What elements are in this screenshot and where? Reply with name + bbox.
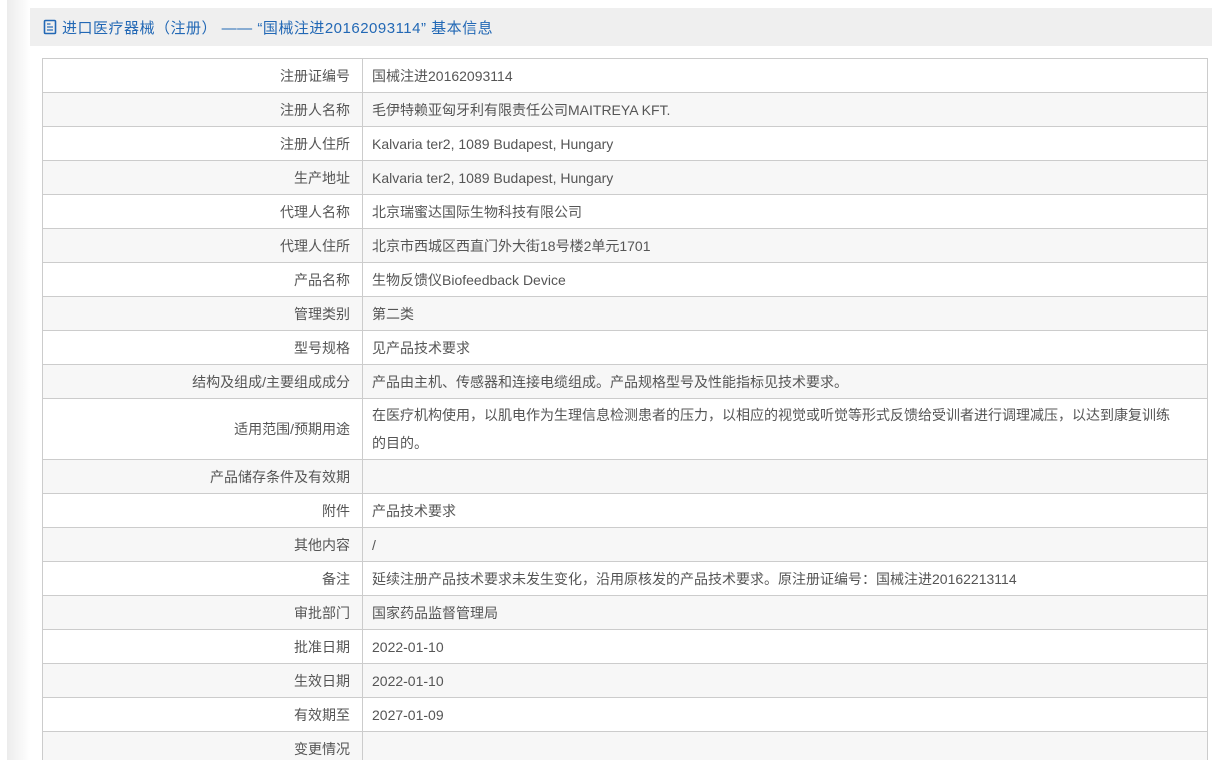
row-value: 2022-01-10	[372, 638, 444, 655]
row-value: 见产品技术要求	[372, 339, 470, 356]
row-value: 延续注册产品技术要求未发生变化，沿用原核发的产品技术要求。原注册证编号：国械注进…	[372, 570, 1017, 587]
row-value: 产品由主机、传感器和连接电缆组成。产品规格型号及性能指标见技术要求。	[372, 373, 848, 390]
row-label: 审批部门	[43, 596, 363, 629]
table-row-production-address: 生产地址 Kalvaria ter2, 1089 Budapest, Hunga…	[43, 161, 1207, 195]
table-row-approval-date: 批准日期 2022-01-10	[43, 630, 1207, 664]
table-row-change-status: 变更情况	[43, 732, 1207, 760]
row-value: 第二类	[372, 305, 414, 322]
row-label: 生产地址	[43, 161, 363, 194]
row-value: Kalvaria ter2, 1089 Budapest, Hungary	[372, 169, 614, 186]
table-row-registration-number: 注册证编号 国械注进20162093114	[43, 59, 1207, 93]
table-row-product-name: 产品名称 生物反馈仪Biofeedback Device	[43, 263, 1207, 297]
row-label: 代理人名称	[43, 195, 363, 228]
table-row-agent-name: 代理人名称 北京瑞蜜达国际生物科技有限公司	[43, 195, 1207, 229]
row-value	[363, 460, 1207, 493]
row-label: 注册证编号	[43, 59, 363, 92]
page-title: 进口医疗器械（注册） —— “国械注进20162093114” 基本信息	[62, 19, 494, 37]
row-label: 型号规格	[43, 331, 363, 364]
table-row-model-spec: 型号规格 见产品技术要求	[43, 331, 1207, 365]
registration-info-table: 注册证编号 国械注进20162093114 注册人名称 毛伊特赖亚匈牙利有限责任…	[42, 58, 1208, 760]
row-label: 结构及组成/主要组成成分	[43, 365, 363, 398]
row-label: 其他内容	[43, 528, 363, 561]
table-row-management-class: 管理类别 第二类	[43, 297, 1207, 331]
table-row-approval-department: 审批部门 国家药品监督管理局	[43, 596, 1207, 630]
row-label: 注册人住所	[43, 127, 363, 160]
row-value: Kalvaria ter2, 1089 Budapest, Hungary	[372, 135, 614, 152]
row-label: 产品储存条件及有效期	[43, 460, 363, 493]
row-label: 变更情况	[43, 732, 363, 760]
table-row-attachment: 附件 产品技术要求	[43, 494, 1207, 528]
table-row-remarks: 备注 延续注册产品技术要求未发生变化，沿用原核发的产品技术要求。原注册证编号：国…	[43, 562, 1207, 596]
table-row-other-content: 其他内容 /	[43, 528, 1207, 562]
table-row-storage-conditions: 产品储存条件及有效期	[43, 460, 1207, 494]
table-row-expiry-date: 有效期至 2027-01-09	[43, 698, 1207, 732]
table-row-registrant-address: 注册人住所 Kalvaria ter2, 1089 Budapest, Hung…	[43, 127, 1207, 161]
row-label: 有效期至	[43, 698, 363, 731]
row-value: /	[372, 536, 376, 553]
table-row-agent-address: 代理人住所 北京市西城区西直门外大街18号楼2单元1701	[43, 229, 1207, 263]
row-value: 国械注进20162093114	[372, 67, 513, 84]
table-row-intended-use: 适用范围/预期用途 在医疗机构使用，以肌电作为生理信息检测患者的压力，以相应的视…	[43, 399, 1207, 460]
row-value: 北京市西城区西直门外大街18号楼2单元1701	[372, 237, 651, 254]
row-value: 生物反馈仪Biofeedback Device	[372, 271, 566, 288]
row-label: 管理类别	[43, 297, 363, 330]
row-value: 国家药品监督管理局	[372, 604, 498, 621]
row-label: 代理人住所	[43, 229, 363, 262]
row-value: 2027-01-09	[372, 706, 444, 723]
row-label: 适用范围/预期用途	[43, 399, 363, 459]
row-value: 产品技术要求	[372, 502, 456, 519]
row-label: 批准日期	[43, 630, 363, 663]
row-value: 北京瑞蜜达国际生物科技有限公司	[372, 203, 582, 220]
table-row-effective-date: 生效日期 2022-01-10	[43, 664, 1207, 698]
page: 进口医疗器械（注册） —— “国械注进20162093114” 基本信息 注册证…	[0, 0, 1212, 760]
row-label: 备注	[43, 562, 363, 595]
row-value: 2022-01-10	[372, 672, 444, 689]
table-row-structure-composition: 结构及组成/主要组成成分 产品由主机、传感器和连接电缆组成。产品规格型号及性能指…	[43, 365, 1207, 399]
row-label: 注册人名称	[43, 93, 363, 126]
row-value: 毛伊特赖亚匈牙利有限责任公司MAITREYA KFT.	[372, 101, 671, 118]
row-value: 在医疗机构使用，以肌电作为生理信息检测患者的压力，以相应的视觉或听觉等形式反馈给…	[372, 407, 1170, 451]
row-label: 附件	[43, 494, 363, 527]
page-edge-shadow	[7, 0, 30, 760]
table-row-registrant-name: 注册人名称 毛伊特赖亚匈牙利有限责任公司MAITREYA KFT.	[43, 93, 1207, 127]
row-label: 生效日期	[43, 664, 363, 697]
page-header: 进口医疗器械（注册） —— “国械注进20162093114” 基本信息	[30, 8, 1212, 46]
row-label: 产品名称	[43, 263, 363, 296]
row-value	[363, 732, 1207, 760]
document-icon	[43, 19, 57, 35]
